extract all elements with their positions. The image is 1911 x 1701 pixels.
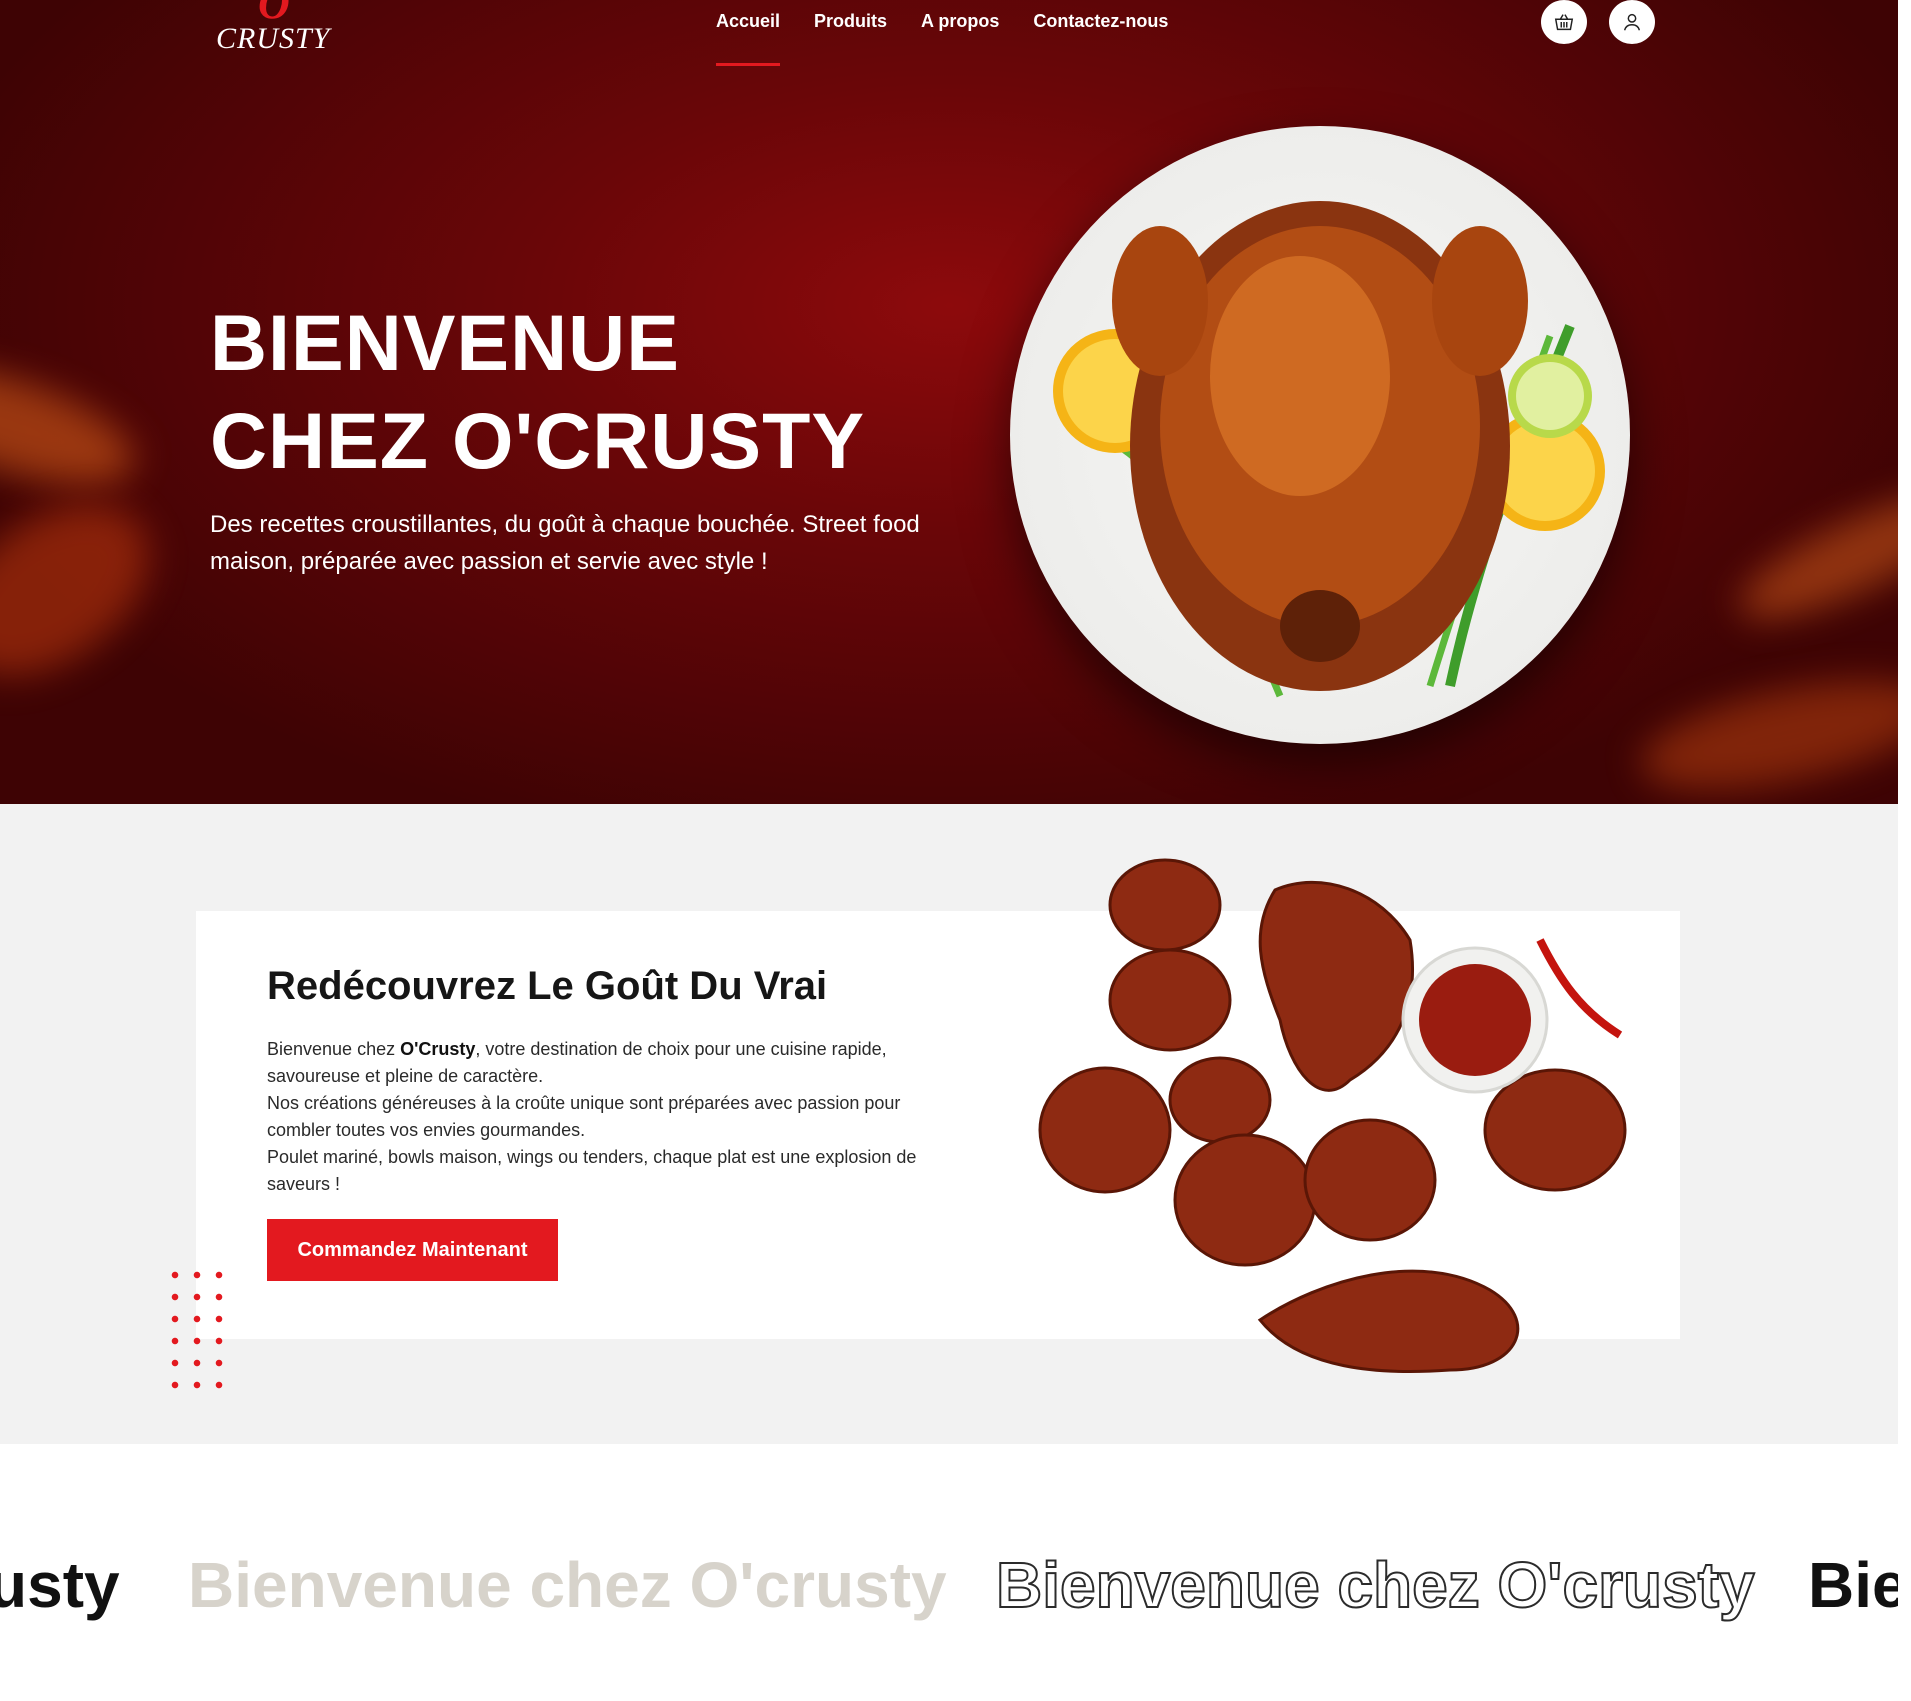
about-title: Redécouvrez Le Goût Du Vrai	[267, 964, 828, 1008]
hero-title-line2: CHEZ O'CRUSTY	[210, 396, 866, 485]
nav-item-a-propos[interactable]: A propos	[921, 0, 999, 66]
flame-decoration	[0, 342, 148, 508]
nav-item-produits[interactable]: Produits	[814, 0, 887, 66]
user-icon	[1623, 13, 1641, 31]
marquee-text: Bier	[1808, 1549, 1911, 1621]
about-text-line3: Poulet mariné, bowls maison, wings ou te…	[267, 1147, 917, 1194]
marquee-text: Bienvenue chez O'crusty	[188, 1549, 947, 1621]
order-now-button[interactable]: Commandez Maintenant	[267, 1219, 558, 1281]
flame-decoration	[1631, 659, 1898, 804]
hero-subtitle: Des recettes croustillantes, du goût à c…	[210, 511, 920, 575]
marquee-text: usty	[0, 1549, 120, 1621]
about-text-brand: O'Crusty	[400, 1039, 476, 1059]
logo-wordmark: CRUSTY	[216, 22, 331, 55]
hero-title-line1: BIENVENUE	[210, 298, 680, 387]
about-text-line2: Nos créations généreuses à la croûte uni…	[267, 1093, 901, 1140]
flame-decoration	[0, 469, 181, 711]
basket-icon	[1554, 14, 1574, 31]
nav-item-accueil[interactable]: Accueil	[716, 0, 781, 66]
marquee-text: Bienvenue chez O'crusty	[995, 1548, 1756, 1622]
roast-chicken-image	[1010, 126, 1630, 744]
account-button[interactable]	[1609, 0, 1655, 44]
brand-logo[interactable]: O CRUSTY	[216, 0, 346, 60]
nav-item-contactez-nous[interactable]: Contactez-nous	[1033, 0, 1168, 66]
dot-pattern-decoration	[164, 1264, 226, 1400]
about-description: Bienvenue chez O'Crusty, votre destinati…	[267, 1036, 967, 1198]
cart-button[interactable]	[1541, 0, 1587, 44]
main-nav: Accueil Produits A propos Contactez-nous	[716, 0, 1202, 66]
flame-decoration	[1725, 468, 1898, 642]
hero-title: BIENVENUE CHEZ O'CRUSTY	[210, 294, 865, 490]
hero-section: O CRUSTY Accueil Produits A propos Conta…	[0, 0, 1898, 804]
chicken-wings-image	[1020, 850, 1680, 1390]
welcome-marquee: usty Bienvenue chez O'crusty Bienvenue c…	[0, 1535, 1911, 1655]
about-text-intro: Bienvenue chez	[267, 1039, 401, 1059]
page-scrollbar[interactable]	[1898, 0, 1911, 1701]
